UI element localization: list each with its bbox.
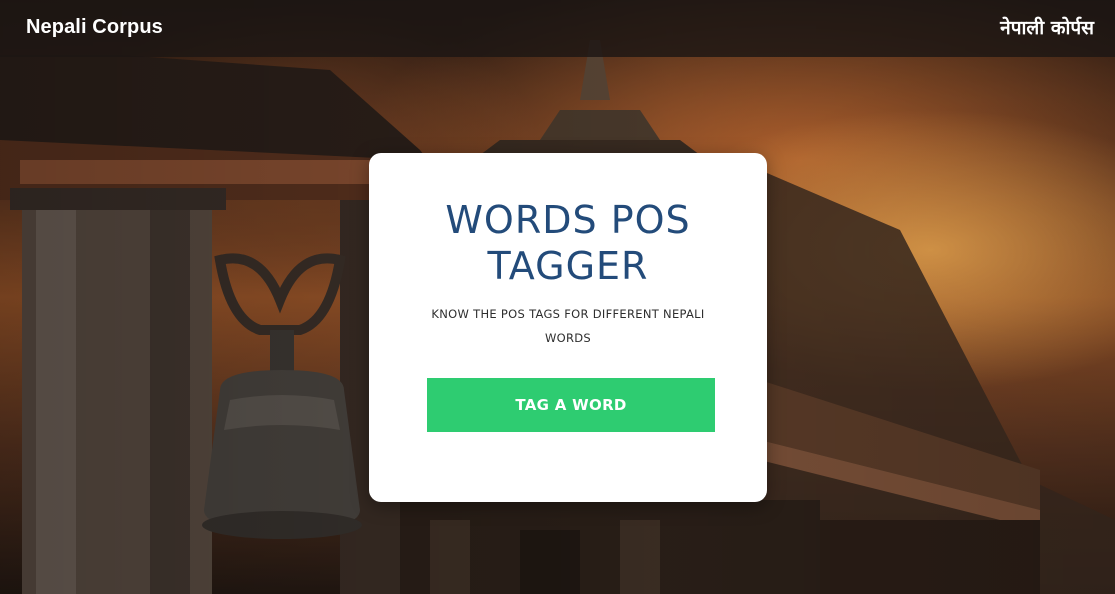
card-title: WORDS POS TAGGER <box>445 198 691 288</box>
brand-link[interactable]: Nepali Corpus <box>26 16 163 39</box>
tag-a-word-button[interactable]: TAG A WORD <box>427 378 715 432</box>
page: Nepali Corpus नेपाली कोर्पस WORDS POS TA… <box>0 0 1115 594</box>
brand-nepali-link[interactable]: नेपाली कोर्पस <box>1000 14 1094 40</box>
hero-card: WORDS POS TAGGER KNOW THE POS TAGS FOR D… <box>369 153 767 502</box>
navbar: Nepali Corpus नेपाली कोर्पस <box>0 0 1115 57</box>
card-subtitle: KNOW THE POS TAGS FOR DIFFERENT NEPALI W… <box>431 307 705 345</box>
